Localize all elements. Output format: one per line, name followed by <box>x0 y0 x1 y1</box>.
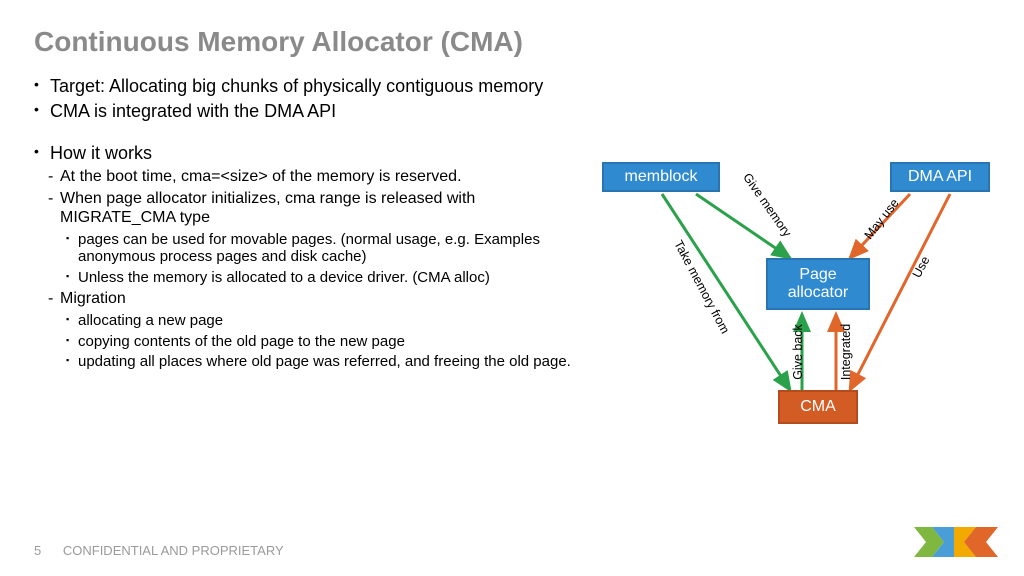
slide-title: Continuous Memory Allocator (CMA) <box>34 26 990 58</box>
node-cma: CMA <box>778 390 858 424</box>
bullet: Target: Allocating big chunks of physica… <box>34 76 594 97</box>
node-page-allocator: Page allocator <box>766 258 870 310</box>
sub2-bullet: updating all places where old page was r… <box>66 353 594 370</box>
node-memblock: memblock <box>602 162 720 192</box>
edge-label: Give back <box>791 324 805 380</box>
sub2-bullet: allocating a new page <box>66 312 594 329</box>
page-number: 5 <box>34 543 41 558</box>
slide: Continuous Memory Allocator (CMA) Target… <box>0 0 1024 576</box>
diagram: memblock DMA API Page allocator CMA Give… <box>590 150 1000 450</box>
sub-bullet: Migration <box>48 290 594 308</box>
node-dma-api: DMA API <box>890 162 990 192</box>
footer-text: CONFIDENTIAL AND PROPRIETARY <box>63 543 284 558</box>
nxp-logo <box>914 527 998 562</box>
text-content: Target: Allocating big chunks of physica… <box>34 76 594 370</box>
sub-bullet: At the boot time, cma=<size> of the memo… <box>48 168 594 186</box>
sub2-bullet: copying contents of the old page to the … <box>66 333 594 350</box>
edge-label: Integrated <box>839 324 853 380</box>
bullet: How it works <box>34 143 594 164</box>
sub2-bullet: pages can be used for movable pages. (no… <box>66 231 594 266</box>
sub2-bullet: Unless the memory is allocated to a devi… <box>66 269 594 286</box>
sub-bullet: When page allocator initializes, cma ran… <box>48 190 594 227</box>
footer: 5 CONFIDENTIAL AND PROPRIETARY <box>34 543 284 558</box>
bullet: CMA is integrated with the DMA API <box>34 101 594 122</box>
